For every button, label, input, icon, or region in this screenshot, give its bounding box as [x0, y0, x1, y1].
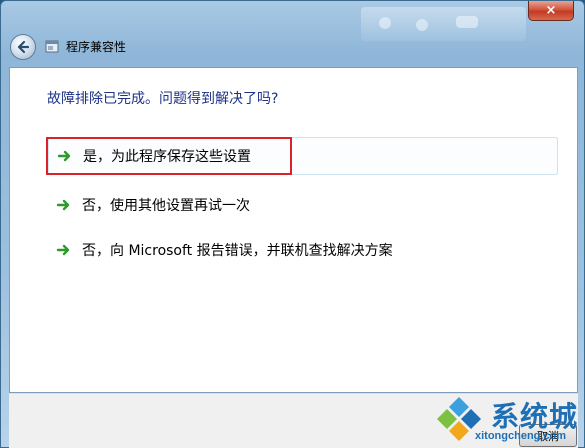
- background-glass: [361, 7, 526, 41]
- green-arrow-icon: [56, 244, 70, 256]
- troubleshooter-question: 故障排除已完成。问题得到解决了吗?: [47, 91, 279, 107]
- watermark: 系统城 xitongcheng.com: [431, 393, 585, 448]
- close-icon: ×: [545, 3, 557, 18]
- option-try-other-settings[interactable]: 否，使用其他设置再试一次: [48, 186, 558, 224]
- highlight-annotation-box: [46, 137, 292, 175]
- option-label: 否，向 Microsoft 报告错误，并联机查找解决方案: [82, 243, 393, 259]
- watermark-url: xitongcheng.com: [475, 430, 567, 442]
- window-frame: × 程序兼容性 故障排除已完成。问题得到解决了吗? 是，为此程序保存这些设置 否…: [0, 0, 585, 448]
- window-title: 程序兼容性: [66, 40, 127, 54]
- option-label: 否，使用其他设置再试一次: [82, 198, 250, 214]
- option-report-error[interactable]: 否，向 Microsoft 报告错误，并联机查找解决方案: [48, 231, 558, 269]
- watermark-brand: 系统城: [491, 400, 579, 433]
- dialog-content: 故障排除已完成。问题得到解决了吗? 是，为此程序保存这些设置 否，使用其他设置再…: [9, 67, 578, 393]
- back-arrow-icon: [17, 40, 30, 54]
- close-button[interactable]: ×: [528, 1, 574, 21]
- green-arrow-icon: [56, 199, 70, 211]
- back-button[interactable]: [10, 34, 36, 60]
- program-compatibility-icon: [45, 40, 59, 53]
